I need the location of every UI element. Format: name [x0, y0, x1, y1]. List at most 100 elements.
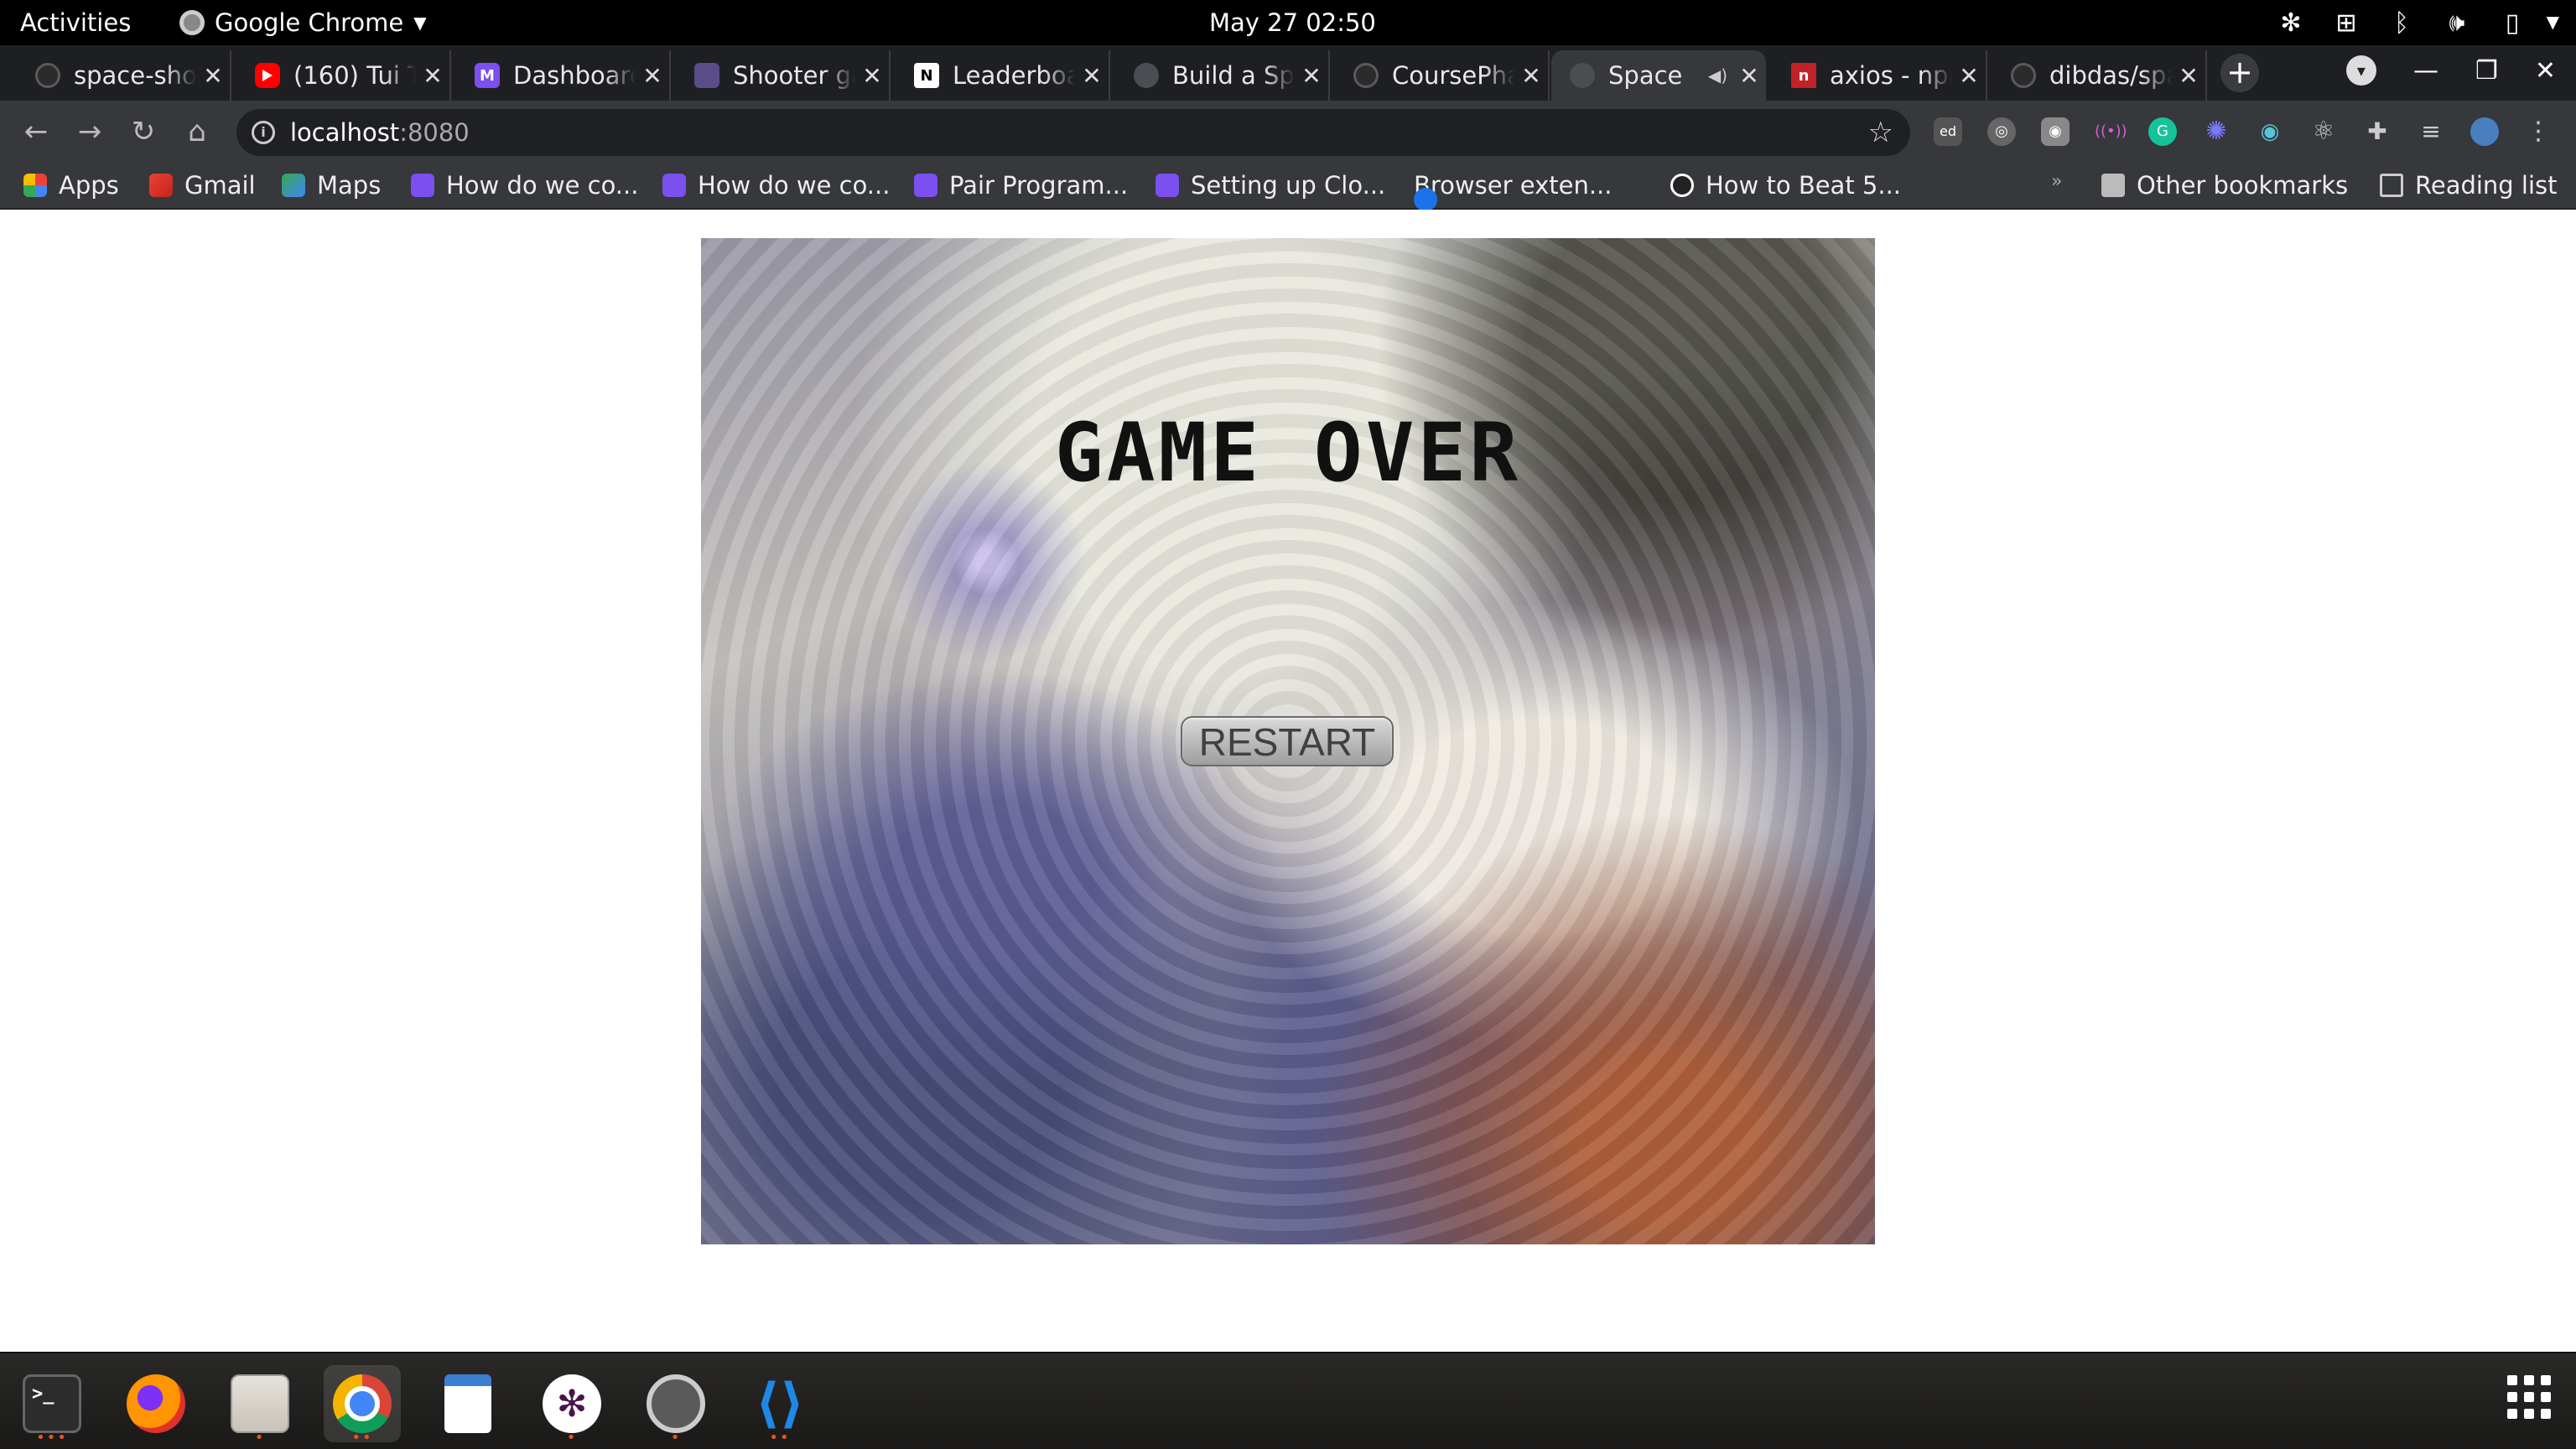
dock-settings[interactable]: •: [637, 1365, 714, 1446]
new-tab-button[interactable]: +: [2220, 54, 2259, 92]
avatar[interactable]: [2470, 117, 2499, 146]
activities-button[interactable]: Activities: [20, 8, 131, 37]
mm-icon: [411, 174, 434, 197]
window-controls: ▾ — ❐ ✕: [2345, 55, 2556, 86]
dock-terminal[interactable]: >_ •••: [13, 1365, 91, 1446]
home-icon[interactable]: ⌂: [178, 112, 216, 151]
system-tray[interactable]: ✻ ⊞ ᛒ 🕪 ▯: [2277, 8, 2526, 38]
bookmark-gmail[interactable]: Gmail: [149, 171, 256, 200]
dock-vscode[interactable]: ⟨⟩ ••: [741, 1365, 818, 1446]
close-icon[interactable]: ✕: [1514, 62, 1548, 90]
tab-youtube[interactable]: (160) Tui Tui ✕: [236, 50, 451, 101]
close-icon[interactable]: ✕: [1732, 62, 1766, 90]
forward-arrow-icon[interactable]: →: [70, 112, 109, 151]
bookmark-apps[interactable]: Apps: [23, 171, 119, 200]
media-queue-icon[interactable]: ≡: [2417, 117, 2445, 146]
tab-dibdas-space[interactable]: dibdas/space ✕: [1992, 50, 2207, 101]
bookmark-browser-exten[interactable]: Browser exten...: [1414, 171, 1613, 211]
network-icon[interactable]: ⊞: [2333, 8, 2360, 38]
address-bar[interactable]: i localhost:8080 ☆: [236, 109, 1910, 156]
running-indicator: •••: [36, 1429, 68, 1446]
info-icon[interactable]: i: [252, 121, 275, 144]
globe-icon: [1134, 63, 1159, 88]
extension-circle-icon[interactable]: ◎: [1987, 117, 2016, 146]
react-devtools-icon[interactable]: ⚛: [2309, 117, 2338, 146]
bookmark-maps[interactable]: Maps: [282, 171, 381, 200]
url-text[interactable]: localhost:8080: [290, 118, 470, 147]
restart-button[interactable]: RESTART: [1181, 716, 1394, 766]
bookmark-star-icon[interactable]: ☆: [1868, 116, 1893, 149]
bookmark-pair-program[interactable]: Pair Program...: [914, 171, 1128, 200]
bookmark-label: Setting up Clo...: [1191, 171, 1386, 200]
extension-star-icon[interactable]: ✺: [2202, 117, 2231, 146]
tab-leaderboard[interactable]: N Leaderboard ✕: [896, 50, 1110, 101]
speaker-icon[interactable]: ◀): [1708, 65, 1727, 86]
close-window-icon[interactable]: ✕: [2535, 56, 2556, 86]
chevron-down-icon[interactable]: ▼: [2547, 12, 2559, 32]
battery-icon[interactable]: ▯: [2499, 8, 2526, 38]
bookmark-other[interactable]: Other bookmarks: [2101, 171, 2348, 200]
grammarly-icon[interactable]: G: [2148, 117, 2177, 146]
slack-tray-icon[interactable]: ✻: [2277, 8, 2304, 38]
restore-icon[interactable]: ❐: [2475, 56, 2498, 86]
close-icon[interactable]: ✕: [636, 62, 669, 90]
reload-icon[interactable]: ↻: [124, 112, 163, 151]
kebab-menu-icon[interactable]: ⋮: [2524, 117, 2553, 146]
running-indicator: ••: [351, 1429, 373, 1446]
app-menu[interactable]: Google Chrome ▼: [179, 8, 427, 37]
extension-eye-icon[interactable]: ◉: [2256, 117, 2284, 146]
running-indicator: •: [566, 1429, 578, 1446]
bookmarks-overflow[interactable]: »: [2051, 171, 2062, 192]
tab-title: Shooter game: [733, 61, 855, 90]
close-icon[interactable]: ✕: [855, 62, 889, 90]
ed-extension-icon[interactable]: ed: [1934, 117, 1962, 146]
close-icon[interactable]: ✕: [2172, 62, 2205, 90]
bookmark-label: Reading list: [2415, 171, 2558, 200]
tab-shooter-game[interactable]: Shooter game ✕: [676, 50, 891, 101]
chrome-mini-icon: [179, 10, 205, 35]
extension-podcast-icon[interactable]: ((•)): [2095, 117, 2127, 146]
bookmark-how-do-we-co-2[interactable]: How do we co...: [662, 171, 890, 200]
close-icon[interactable]: ✕: [1295, 62, 1328, 90]
tab-title: axios - npm: [1830, 61, 1952, 90]
tab-title: Leaderboard: [953, 61, 1075, 90]
tab-axios-npm[interactable]: n axios - npm ✕: [1773, 50, 1987, 101]
bookmark-label: How to Beat 5...: [1706, 171, 1902, 200]
tab-space-active[interactable]: Space ◀) ✕: [1551, 50, 1766, 101]
npm-icon: n: [1791, 63, 1816, 88]
volume-icon[interactable]: 🕪: [2444, 8, 2470, 38]
close-icon[interactable]: ✕: [1075, 62, 1109, 90]
close-icon[interactable]: ✕: [416, 62, 449, 90]
game-canvas[interactable]: GAME OVER RESTART: [701, 238, 1875, 1244]
bookmark-label: Browser exten...: [1414, 171, 1613, 200]
dock-slack[interactable]: ✻ •: [533, 1365, 610, 1446]
extension-ghost-icon[interactable]: ◉: [2041, 117, 2070, 146]
running-indicator: ••: [769, 1429, 791, 1446]
tab-dashboard[interactable]: M Dashboard ✕: [456, 50, 671, 101]
close-icon[interactable]: ✕: [196, 62, 230, 90]
dock-chrome[interactable]: ••: [324, 1365, 401, 1446]
minimize-icon[interactable]: —: [2413, 56, 2438, 86]
extension-icon: [1414, 188, 1437, 211]
terminal-icon: >_: [23, 1374, 81, 1433]
bookmark-label: Pair Program...: [949, 171, 1129, 200]
dock-text-editor[interactable]: [429, 1365, 506, 1442]
back-arrow-icon[interactable]: ←: [17, 112, 55, 151]
extensions-puzzle-icon[interactable]: ✚: [2363, 117, 2392, 146]
bookmark-how-do-we-co-1[interactable]: How do we co...: [411, 171, 638, 200]
settings-gear-icon: [647, 1374, 705, 1433]
clock[interactable]: May 27 02:50: [1209, 8, 1376, 37]
tab-space-shooter[interactable]: space-shooter ✕: [17, 50, 231, 101]
bookmark-label: How do we co...: [698, 171, 891, 200]
reading-list[interactable]: Reading list: [2380, 171, 2558, 200]
tab-search-icon[interactable]: ▾: [2345, 55, 2376, 86]
dock-firefox[interactable]: [117, 1365, 195, 1442]
bookmark-how-to-beat[interactable]: How to Beat 5...: [1670, 171, 1901, 200]
bluetooth-icon[interactable]: ᛒ: [2388, 8, 2415, 38]
close-icon[interactable]: ✕: [1952, 62, 1986, 90]
show-applications-grid-icon[interactable]: [2507, 1375, 2551, 1419]
dock-files[interactable]: •: [221, 1365, 299, 1446]
tab-build-a-space[interactable]: Build a Space ✕: [1115, 50, 1330, 101]
bookmark-setting-up-clo[interactable]: Setting up Clo...: [1156, 171, 1385, 200]
tab-coursephase[interactable]: CoursePhase ✕: [1335, 50, 1550, 101]
